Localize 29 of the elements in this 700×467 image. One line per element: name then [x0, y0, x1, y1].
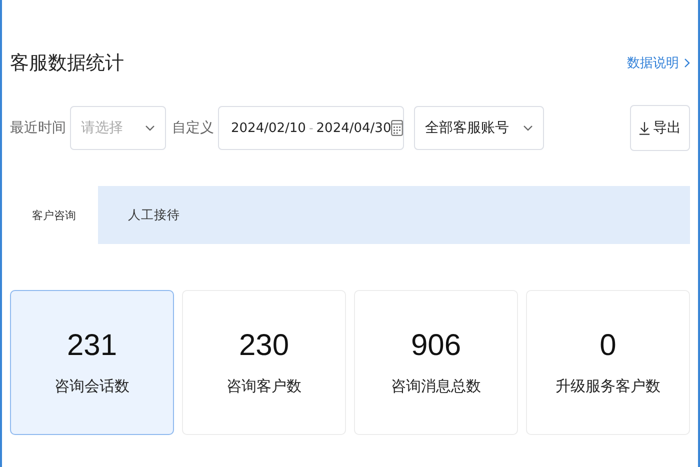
stat-card[interactable]: 231 咨询会话数 [10, 290, 174, 435]
tab[interactable]: 人工接待 [98, 186, 210, 244]
help-link[interactable]: 数据说明 [627, 54, 690, 72]
field-label: 自定义 [172, 119, 214, 137]
chevron-down-icon [145, 125, 155, 131]
account-select[interactable]: 全部客服账号 [414, 106, 544, 150]
export-button[interactable]: 导出 [630, 105, 690, 151]
download-icon [639, 122, 650, 134]
chevron-down-icon [523, 125, 533, 131]
stat-label: 咨询客户数 [226, 377, 302, 396]
stat-value: 906 [410, 329, 462, 363]
calendar-icon [391, 120, 404, 136]
date-separator: - [308, 121, 314, 135]
stat-card[interactable]: 230 咨询客户数 [182, 290, 346, 435]
stat-card[interactable]: 906 咨询消息总数 [354, 290, 518, 435]
stat-label: 咨询消息总数 [391, 377, 481, 396]
date-range-field[interactable]: 2024/02/10 - 2024/04/30 [218, 106, 404, 150]
stat-value: 230 [238, 329, 290, 363]
stat-value: 231 [66, 329, 118, 363]
field-label: 最近时间 [10, 119, 66, 137]
start-date: 2024/02/10 [231, 120, 306, 136]
stat-value: 0 [600, 329, 616, 363]
stat-label: 升级服务客户数 [556, 377, 660, 396]
tab[interactable]: 客户咨询 [10, 186, 98, 244]
stat-card[interactable]: 0 升级服务客户数 [526, 290, 690, 435]
page-title: 客服数据统计 [10, 51, 124, 76]
end-date: 2024/04/30 [316, 120, 392, 136]
stat-label: 咨询会话数 [54, 377, 130, 396]
chevron-right-icon [684, 58, 690, 68]
